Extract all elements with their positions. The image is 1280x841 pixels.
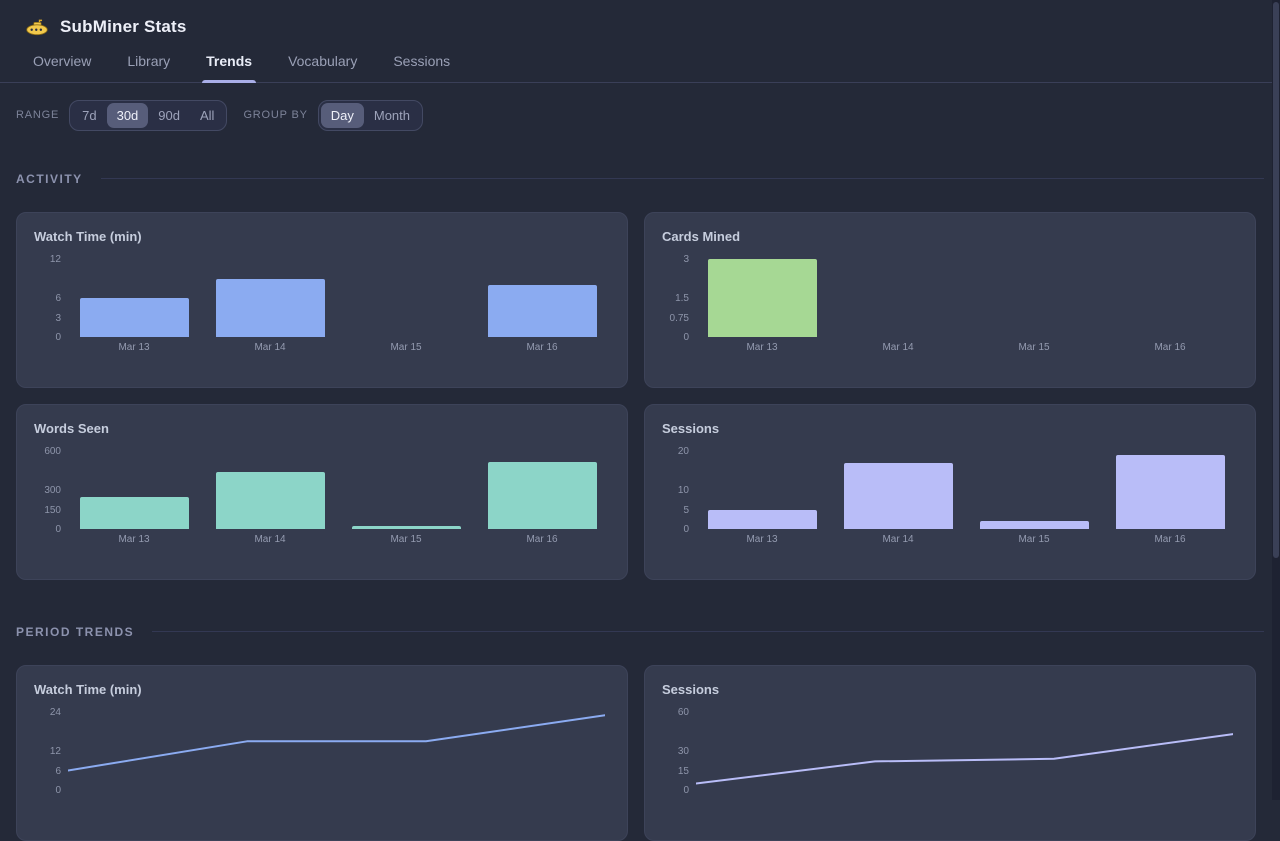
y-axis-tick-label: 300 <box>17 484 61 497</box>
y-axis-tick-label: 5 <box>645 504 689 517</box>
bar-mar-15[interactable] <box>980 521 1089 529</box>
x-axis-label: Mar 16 <box>1102 534 1238 545</box>
x-axis-label: Mar 16 <box>1102 342 1238 353</box>
group-by-label: GROUP BY <box>243 109 307 121</box>
y-axis-tick-label: 6 <box>17 292 61 305</box>
y-axis-tick-label: 60 <box>645 706 689 719</box>
tab-sessions[interactable]: Sessions <box>391 53 452 82</box>
group-option-month[interactable]: Month <box>364 103 420 128</box>
y-axis-tick-label: 0.75 <box>645 312 689 325</box>
range-label: RANGE <box>16 109 59 121</box>
x-axis-label: Mar 14 <box>830 342 966 353</box>
chart-card-trend-sessions: Sessions6030150 <box>644 665 1256 841</box>
x-axis-label: Mar 15 <box>966 342 1102 353</box>
bar-mar-14[interactable] <box>216 472 325 529</box>
y-axis-tick-label: 0 <box>645 784 689 797</box>
y-axis-tick-label: 0 <box>645 523 689 536</box>
tab-library[interactable]: Library <box>125 53 172 82</box>
range-option-90d[interactable]: 90d <box>148 103 190 128</box>
x-axis-label: Mar 13 <box>66 342 202 353</box>
trend-line-trend-watch-time <box>68 666 605 798</box>
chart-card-activity-words-seen: Words Seen 600 300 150 0 Mar 13Mar 14Mar 15Ma… <box>16 404 628 580</box>
y-axis-tick-label: 150 <box>17 504 61 517</box>
bar-mar-14[interactable] <box>844 463 953 529</box>
y-axis-tick-label: 3 <box>645 253 689 266</box>
bar-mar-14[interactable] <box>216 279 325 338</box>
group-option-day[interactable]: Day <box>321 103 364 128</box>
y-axis-tick-label: 12 <box>17 253 61 266</box>
tab-bar: Overview Library Trends Vocabulary Sessi… <box>0 53 1280 83</box>
tab-trends[interactable]: Trends <box>204 53 254 82</box>
x-axis-label: Mar 16 <box>474 534 610 545</box>
tab-overview[interactable]: Overview <box>31 53 93 82</box>
y-axis-tick-label: 10 <box>645 484 689 497</box>
x-axis-label: Mar 15 <box>966 534 1102 545</box>
range-option-7d[interactable]: 7d <box>72 103 106 128</box>
y-axis-tick-label: 0 <box>17 784 61 797</box>
bar-mar-13[interactable] <box>80 298 189 337</box>
y-axis-tick-label: 20 <box>645 445 689 458</box>
x-axis-label: Mar 15 <box>338 534 474 545</box>
bar-mar-13[interactable] <box>80 497 189 530</box>
x-axis-label: Mar 14 <box>202 534 338 545</box>
scrollbar-track[interactable] <box>1272 0 1280 800</box>
section-title: ACTIVITY <box>16 172 83 186</box>
range-option-30d[interactable]: 30d <box>107 103 149 128</box>
x-axis-label: Mar 13 <box>66 534 202 545</box>
y-axis-tick-label: 600 <box>17 445 61 458</box>
x-axis-label: Mar 16 <box>474 342 610 353</box>
section-header-activity: ACTIVITY <box>16 171 1264 186</box>
section-divider <box>101 178 1264 179</box>
y-axis-tick-label: 0 <box>645 331 689 344</box>
x-axis-label: Mar 15 <box>338 342 474 353</box>
chart-card-trend-watch-time: Watch Time (min)241260 <box>16 665 628 841</box>
chart-card-activity-cards-mined: Cards Mined 3 1.5 0.75 0 Mar 13Mar 14Mar 15Ma… <box>644 212 1256 388</box>
y-axis-tick-label: 12 <box>17 745 61 758</box>
chart-card-activity-watch-time: Watch Time (min) 12 6 3 0 Mar 13Mar 14Mar 15M… <box>16 212 628 388</box>
y-axis-tick-label: 24 <box>17 706 61 719</box>
bar-mar-15[interactable] <box>352 526 461 529</box>
app-brand: SubMiner Stats <box>0 0 1280 38</box>
x-axis-label: Mar 14 <box>202 342 338 353</box>
bar-mar-13[interactable] <box>708 510 817 530</box>
chart-card-activity-sessions: Sessions 20 10 5 0 Mar 13Mar 14Mar 15Mar 16 <box>644 404 1256 580</box>
bar-mar-13[interactable] <box>708 259 817 337</box>
x-axis-label: Mar 13 <box>694 342 830 353</box>
tab-vocabulary[interactable]: Vocabulary <box>286 53 359 82</box>
period-trends-chart-grid: Watch Time (min)241260Sessions6030150 <box>16 665 1280 841</box>
y-axis-tick-label: 0 <box>17 523 61 536</box>
bar-mar-16[interactable] <box>488 285 597 337</box>
group-by-segmented-control: Day Month <box>318 100 423 131</box>
y-axis-tick-label: 15 <box>645 765 689 778</box>
submarine-icon <box>26 18 48 36</box>
activity-chart-grid: Watch Time (min)12630Mar 13Mar 14Mar 15M… <box>16 212 1280 580</box>
y-axis-tick-label: 1.5 <box>645 292 689 305</box>
range-segmented-control: 7d 30d 90d All <box>69 100 227 131</box>
app-title: SubMiner Stats <box>60 17 187 37</box>
x-axis-label: Mar 14 <box>830 534 966 545</box>
chart-title: Cards Mined <box>662 229 740 244</box>
chart-title: Sessions <box>662 421 719 436</box>
y-axis-tick-label: 3 <box>17 312 61 325</box>
y-axis-tick-label: 30 <box>645 745 689 758</box>
chart-title: Words Seen <box>34 421 109 436</box>
section-header-period-trends: PERIOD TRENDS <box>16 624 1264 639</box>
x-axis-label: Mar 13 <box>694 534 830 545</box>
chart-title: Watch Time (min) <box>34 229 142 244</box>
bar-mar-16[interactable] <box>1116 455 1225 529</box>
filter-bar: RANGE 7d 30d 90d All GROUP BY Day Month <box>16 99 1280 131</box>
scrollbar-thumb[interactable] <box>1273 2 1279 558</box>
y-axis-tick-label: 0 <box>17 331 61 344</box>
bar-mar-16[interactable] <box>488 462 597 529</box>
trends-page: SubMiner Stats Overview Library Trends V… <box>0 0 1280 800</box>
section-title: PERIOD TRENDS <box>16 625 134 639</box>
section-divider <box>152 631 1264 632</box>
y-axis-tick-label: 6 <box>17 765 61 778</box>
trend-line-trend-sessions <box>696 666 1233 798</box>
range-option-all[interactable]: All <box>190 103 224 128</box>
